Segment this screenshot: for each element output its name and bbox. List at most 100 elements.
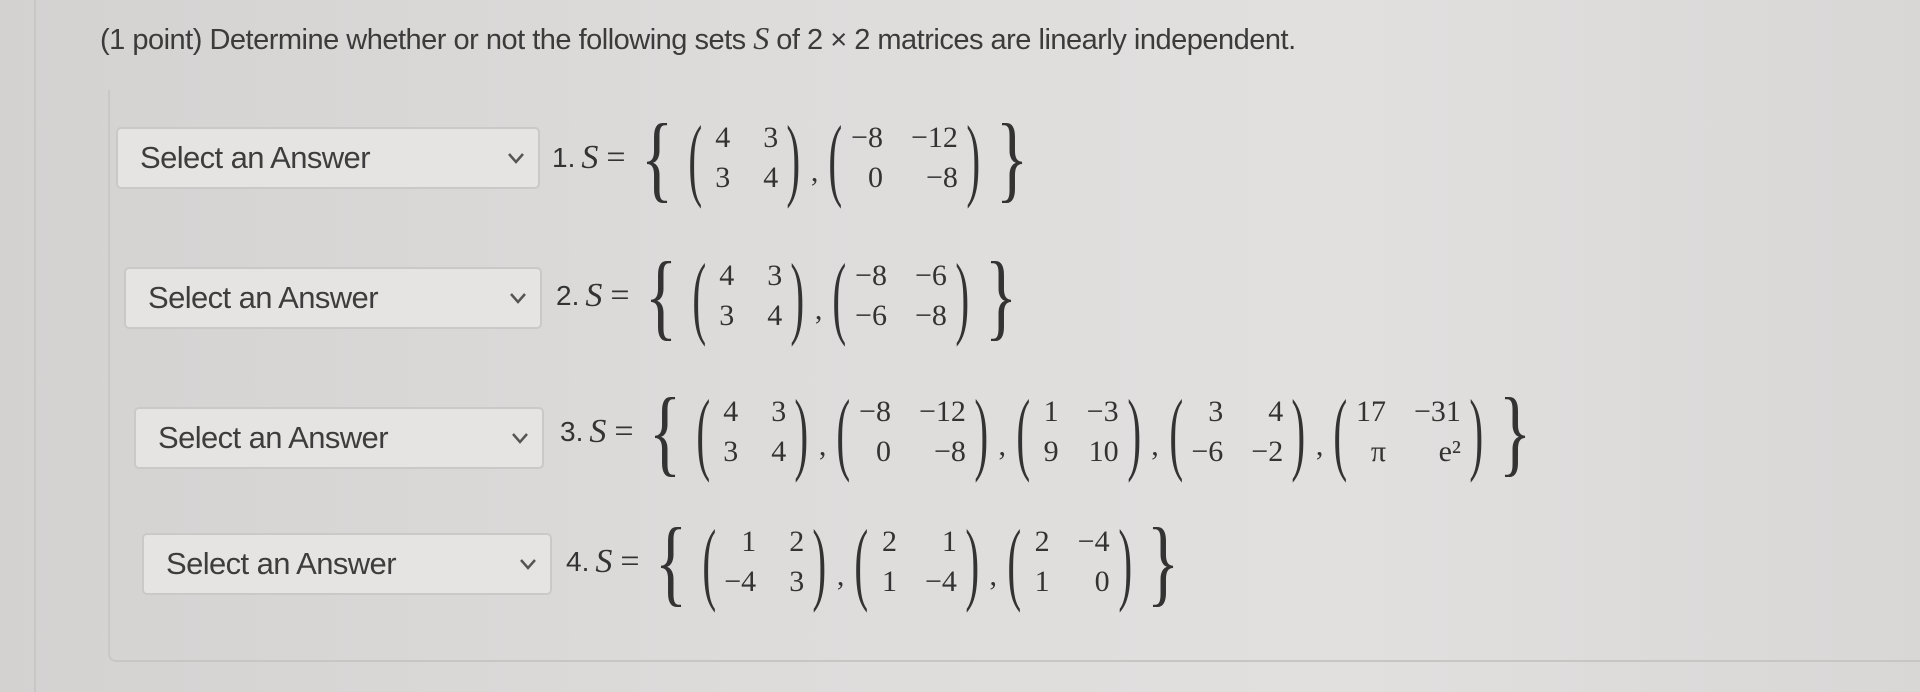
matrix: (1 2 −4 3): [694, 516, 835, 608]
matrix-entry: 3: [763, 121, 779, 154]
matrix-entry: π: [1370, 435, 1386, 468]
close-paren: ): [974, 381, 989, 483]
matrix-entry: −6: [855, 299, 887, 332]
matrix: (2 −4 1 0): [999, 516, 1140, 608]
answer-select-value: Select an Answer: [148, 280, 379, 315]
equals-sign: =: [620, 543, 640, 580]
chevron-down-icon: [520, 559, 536, 570]
matrix-entries: 2 1 1 −4: [877, 525, 957, 599]
answer-select-1[interactable]: Select an Answer: [116, 127, 540, 189]
set-expression-4: 4. S ={(1 2 −4 3),(2 1 1 −4),(2 −4 1 0)}: [566, 507, 1186, 617]
close-paren: ): [786, 107, 801, 209]
answer-select-4[interactable]: Select an Answer: [142, 533, 552, 595]
matrix: (1 −3 9 10): [1008, 386, 1149, 478]
prompt-suffix: of 2 × 2 matrices are linearly independe…: [768, 24, 1296, 56]
matrix-entry: 3: [771, 395, 787, 428]
prompt-prefix: (1 point) Determine whether or not the f…: [100, 24, 754, 56]
matrix-entry: e²: [1438, 435, 1461, 468]
matrix-entry: −31: [1414, 395, 1461, 428]
close-paren: ): [1118, 511, 1132, 613]
matrix: (3 4 −6 −2): [1161, 386, 1314, 478]
question-number: 4.: [566, 546, 590, 577]
matrix: (−8 −12 0 −8): [820, 112, 988, 204]
open-paren: (: [702, 511, 716, 613]
matrix-entry: 1: [1043, 395, 1059, 428]
matrix-entry: 9: [1043, 435, 1059, 468]
matrix-entry: −8: [851, 121, 883, 154]
matrix-entry: 0: [867, 161, 883, 194]
matrix-entry: 0: [1094, 565, 1110, 598]
answer-select-3[interactable]: Select an Answer: [134, 407, 544, 469]
answer-select-2[interactable]: Select an Answer: [124, 267, 542, 329]
matrix-entry: 4: [767, 299, 783, 332]
matrix: (17 −31 π e²): [1325, 386, 1491, 478]
matrix: (−8 −6 −6 −8): [824, 250, 977, 342]
matrix-entry: −8: [859, 395, 891, 428]
matrix-entry: −6: [914, 259, 947, 292]
set-variable: S: [581, 139, 599, 176]
matrix: (−8 −12 0 −8): [828, 386, 996, 478]
open-paren: (: [1169, 381, 1183, 483]
matrix-entry: 3: [789, 565, 805, 598]
matrix-entry: −12: [910, 121, 958, 154]
separator-comma: ,: [836, 559, 845, 592]
matrix-entry: 2: [789, 525, 805, 558]
matrix-entries: 1 −3 9 10: [1039, 395, 1119, 469]
close-paren: ): [965, 511, 980, 613]
matrix-entry: −8: [925, 161, 958, 194]
matrix-entry: 2: [881, 525, 897, 558]
close-paren: ): [955, 245, 970, 347]
matrix-entry: 4: [715, 121, 731, 154]
answer-select-value: Select an Answer: [140, 140, 371, 175]
matrix-entry: 17: [1356, 395, 1386, 428]
matrix-entries: −8 −6 −6 −8: [855, 259, 947, 333]
open-paren: (: [688, 107, 702, 209]
open-paren: (: [1016, 381, 1031, 483]
open-brace: {: [644, 242, 677, 349]
matrix-entry: 3: [1208, 395, 1224, 428]
left-divider: [34, 0, 36, 692]
separator-comma: ,: [818, 429, 827, 462]
matrix-entry: −6: [1191, 435, 1224, 468]
open-paren: (: [696, 381, 710, 483]
separator-comma: ,: [814, 293, 823, 326]
prompt-set-variable: S: [753, 20, 769, 56]
matrix-entry: 4: [763, 161, 779, 194]
matrix: (2 1 1 −4): [846, 516, 987, 608]
close-brace: }: [1498, 378, 1531, 485]
problem-prompt: (1 point) Determine whether or not the f…: [100, 20, 1296, 57]
open-paren: (: [854, 511, 869, 613]
matrix-entry: −4: [924, 565, 957, 598]
open-paren: (: [828, 107, 843, 209]
matrix-entry: 2: [1034, 525, 1050, 558]
question-number: 2.: [556, 280, 580, 311]
matrix-entries: 3 4 −6 −2: [1191, 395, 1283, 469]
separator-comma: ,: [1151, 429, 1159, 462]
close-brace: }: [995, 104, 1028, 211]
close-paren: ): [790, 245, 805, 347]
matrix-entry: 4: [771, 435, 787, 468]
matrix-entry: −8: [855, 259, 887, 292]
matrix-entries: 1 2 −4 3: [724, 525, 804, 599]
close-paren: ): [812, 511, 827, 613]
matrix-entries: 17 −31 π e²: [1356, 395, 1461, 469]
chevron-down-icon: [508, 153, 524, 164]
matrix-entry: 1: [881, 565, 897, 598]
matrix-entries: 2 −4 1 0: [1030, 525, 1110, 599]
matrix-entry: 1: [941, 525, 957, 558]
matrix: (4 3 3 4): [680, 112, 809, 204]
open-paren: (: [1007, 511, 1022, 613]
matrix-entry: −4: [1077, 525, 1110, 558]
close-paren: ): [966, 107, 981, 209]
close-paren: ): [1469, 381, 1484, 483]
set-variable: S: [585, 277, 603, 314]
chevron-down-icon: [510, 293, 526, 304]
matrix-entry: −4: [724, 565, 757, 598]
equals-sign: =: [614, 413, 634, 450]
matrix-entries: −8 −12 0 −8: [851, 121, 958, 195]
matrix-entries: 4334: [714, 259, 782, 333]
open-brace: {: [654, 508, 687, 615]
open-paren: (: [1333, 381, 1348, 483]
set-expression-1: 1. S ={(4 3 3 4),(−8 −12 0 −8)}: [552, 103, 1035, 213]
answer-select-value: Select an Answer: [158, 420, 389, 455]
